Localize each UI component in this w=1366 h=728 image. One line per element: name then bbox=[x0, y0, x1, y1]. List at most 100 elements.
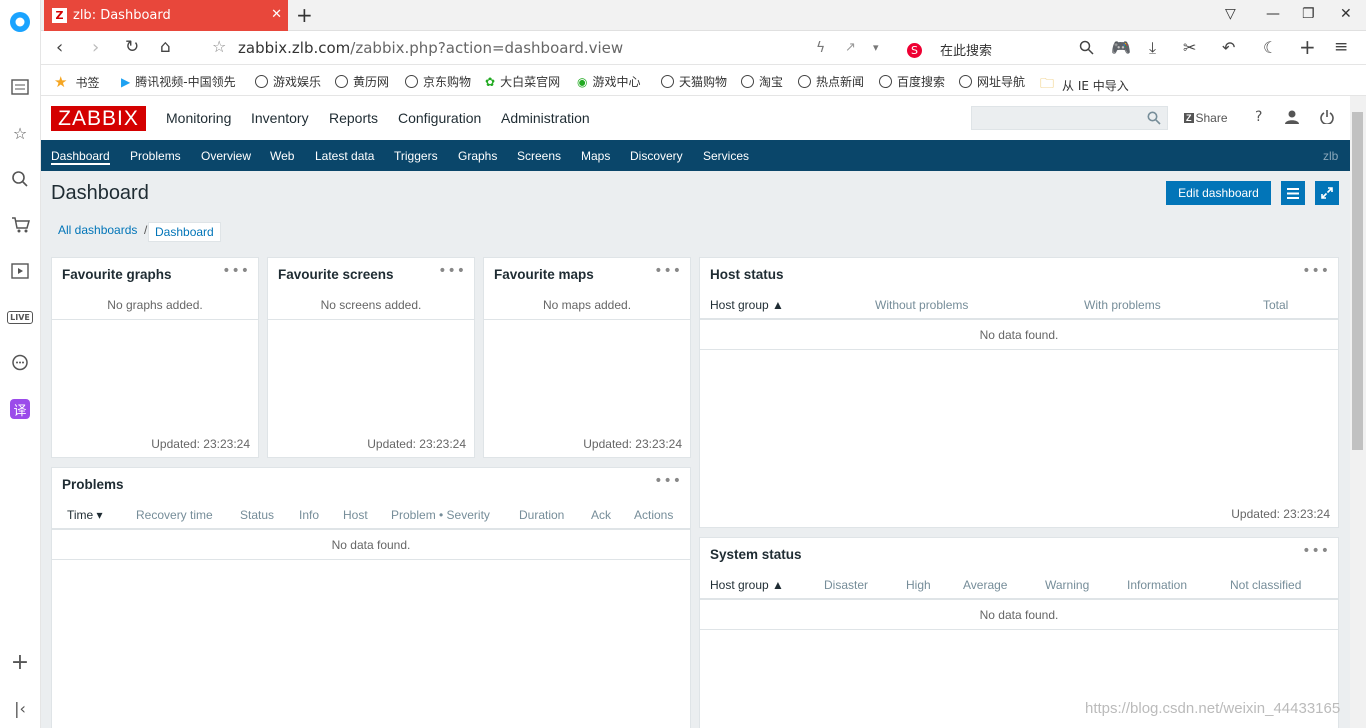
divider bbox=[484, 319, 690, 320]
undo-icon[interactable]: ↶ bbox=[1222, 38, 1235, 57]
subnav-graphs[interactable]: Graphs bbox=[458, 149, 497, 163]
subnav-overview[interactable]: Overview bbox=[201, 149, 251, 163]
chat-icon[interactable] bbox=[8, 351, 32, 375]
collapse-sidebar-icon[interactable]: |‹ bbox=[8, 696, 32, 720]
bookmark-item[interactable]: 网址导航 bbox=[959, 73, 1025, 90]
scissors-icon[interactable]: ✂ bbox=[1183, 38, 1196, 57]
subnav-services[interactable]: Services bbox=[703, 149, 749, 163]
bookmark-item[interactable]: 黄历网 bbox=[335, 73, 389, 90]
widget-menu-icon[interactable]: ••• bbox=[654, 473, 682, 489]
col-host-group[interactable]: Host group ▲ bbox=[710, 578, 784, 592]
search-icon[interactable] bbox=[1147, 111, 1161, 125]
col-host-group[interactable]: Host group ▲ bbox=[710, 298, 784, 312]
edit-dashboard-button[interactable]: Edit dashboard bbox=[1166, 181, 1271, 205]
subnav-dashboard[interactable]: Dashboard bbox=[51, 149, 110, 165]
menu-icon[interactable]: ≡ bbox=[1334, 37, 1348, 57]
bookmark-item[interactable]: 🗀 从 IE 中导入 bbox=[1040, 73, 1129, 97]
zabbix-logo[interactable]: ZABBIX bbox=[51, 106, 146, 131]
url-field[interactable]: zabbix.zlb.com/zabbix.php?action=dashboa… bbox=[238, 39, 623, 57]
scrollbar-thumb[interactable] bbox=[1352, 112, 1363, 450]
reload-icon[interactable]: ↻ bbox=[125, 37, 139, 57]
subnav-triggers[interactable]: Triggers bbox=[394, 149, 438, 163]
widget-menu-icon[interactable]: ••• bbox=[654, 263, 682, 279]
translate-icon[interactable]: 译 bbox=[8, 397, 32, 421]
subnav-maps[interactable]: Maps bbox=[581, 149, 610, 163]
download-icon[interactable]: ⤓ bbox=[1149, 38, 1156, 58]
bookmark-item[interactable]: 京东购物 bbox=[405, 73, 471, 90]
col-time[interactable]: Time ▾ bbox=[67, 508, 103, 522]
menu-administration[interactable]: Administration bbox=[501, 110, 590, 126]
logout-icon[interactable] bbox=[1320, 109, 1334, 128]
share-page-icon[interactable]: ↗ bbox=[845, 40, 856, 55]
new-tab-icon[interactable]: + bbox=[296, 3, 313, 27]
back-icon[interactable]: ‹ bbox=[56, 37, 63, 58]
bookmark-item[interactable]: ✿ 大白菜官网 bbox=[485, 73, 560, 90]
subnav-discovery[interactable]: Discovery bbox=[630, 149, 683, 163]
breadcrumb-dashboard[interactable]: Dashboard bbox=[148, 222, 221, 242]
col-average: Average bbox=[963, 578, 1008, 592]
reader-icon[interactable] bbox=[8, 75, 32, 99]
url-path: /zabbix.php?action=dashboard.view bbox=[350, 39, 624, 57]
widget-title: Problems bbox=[62, 477, 124, 492]
widget-title: Favourite maps bbox=[494, 267, 594, 282]
night-mode-icon[interactable]: ☾ bbox=[1263, 38, 1277, 57]
favorites-star-icon[interactable]: ☆ bbox=[8, 121, 32, 145]
flash-icon[interactable]: ϟ bbox=[816, 40, 825, 56]
browser-search-icon[interactable] bbox=[1079, 39, 1094, 60]
breadcrumb-all-dashboards[interactable]: All dashboards bbox=[58, 223, 137, 237]
zabbix-search-input[interactable] bbox=[971, 106, 1168, 130]
browser-logo-icon[interactable] bbox=[8, 10, 32, 34]
col-high: High bbox=[906, 578, 931, 592]
star-icon: ★ bbox=[54, 73, 68, 91]
browser-search-input[interactable]: 在此搜索 bbox=[940, 40, 992, 59]
search-icon[interactable] bbox=[8, 167, 32, 191]
globe-icon bbox=[798, 75, 811, 88]
menu-reports[interactable]: Reports bbox=[329, 110, 378, 126]
minimize-icon[interactable]: — bbox=[1266, 6, 1280, 22]
video-icon[interactable] bbox=[8, 259, 32, 283]
add-icon[interactable]: + bbox=[1299, 35, 1316, 59]
menu-configuration[interactable]: Configuration bbox=[398, 110, 481, 126]
fullscreen-icon[interactable] bbox=[1315, 181, 1339, 205]
page-scrollbar[interactable] bbox=[1350, 96, 1366, 728]
cart-icon[interactable] bbox=[8, 213, 32, 237]
subnav-problems[interactable]: Problems bbox=[130, 149, 181, 163]
restore-icon[interactable]: ❐ bbox=[1302, 6, 1315, 22]
dashboard-actions-menu-icon[interactable] bbox=[1281, 181, 1305, 205]
user-profile-icon[interactable] bbox=[1285, 109, 1299, 128]
subnav-screens[interactable]: Screens bbox=[517, 149, 561, 163]
menu-monitoring[interactable]: Monitoring bbox=[166, 110, 231, 148]
search-engine-icon[interactable]: S bbox=[907, 38, 922, 59]
forward-icon[interactable]: › bbox=[92, 37, 99, 58]
bookmark-item[interactable]: 热点新闻 bbox=[798, 73, 864, 90]
widget-menu-icon[interactable]: ••• bbox=[1302, 263, 1330, 279]
widget-menu-icon[interactable]: ••• bbox=[222, 263, 250, 279]
bookmark-item[interactable]: ▶ 腾讯视频-中国领先 bbox=[121, 73, 241, 90]
bookmark-item[interactable]: 百度搜索 bbox=[879, 73, 945, 90]
home-icon[interactable]: ⌂ bbox=[160, 37, 171, 57]
subnav-latest-data[interactable]: Latest data bbox=[315, 149, 374, 163]
close-tab-icon[interactable]: ✕ bbox=[271, 7, 282, 22]
url-dropdown-icon[interactable]: ▾ bbox=[873, 41, 879, 54]
col-problem-severity: Problem • Severity bbox=[391, 508, 490, 522]
help-button[interactable]: ? bbox=[1255, 109, 1262, 125]
url-host: zabbix.zlb.com bbox=[238, 39, 351, 57]
subnav-web[interactable]: Web bbox=[270, 149, 294, 163]
bookmark-item[interactable]: ◉ 游戏中心 bbox=[577, 73, 641, 90]
menu-inventory[interactable]: Inventory bbox=[251, 110, 309, 126]
live-icon[interactable]: LIVE bbox=[7, 305, 33, 329]
bookmark-item[interactable]: 游戏娱乐 bbox=[255, 73, 321, 90]
game-icon[interactable]: 🎮 bbox=[1111, 38, 1131, 57]
widget-menu-icon[interactable]: ••• bbox=[1302, 543, 1330, 559]
share-button[interactable]: Z Share bbox=[1184, 111, 1228, 125]
widget-menu-icon[interactable]: ••• bbox=[438, 263, 466, 279]
bookmark-item[interactable]: ★ 书签 bbox=[54, 73, 99, 91]
bookmark-item[interactable]: 天猫购物 bbox=[661, 73, 727, 90]
bookmark-star-icon[interactable]: ☆ bbox=[212, 37, 226, 56]
bookmark-item[interactable]: 淘宝 bbox=[741, 73, 783, 90]
close-window-icon[interactable]: ✕ bbox=[1340, 6, 1352, 22]
widget-message: No graphs added. bbox=[107, 298, 203, 312]
add-icon[interactable]: + bbox=[8, 650, 32, 675]
shirt-icon[interactable]: ▽ bbox=[1225, 6, 1236, 22]
tab-dashboard[interactable]: Z zlb: Dashboard ✕ bbox=[44, 0, 288, 31]
